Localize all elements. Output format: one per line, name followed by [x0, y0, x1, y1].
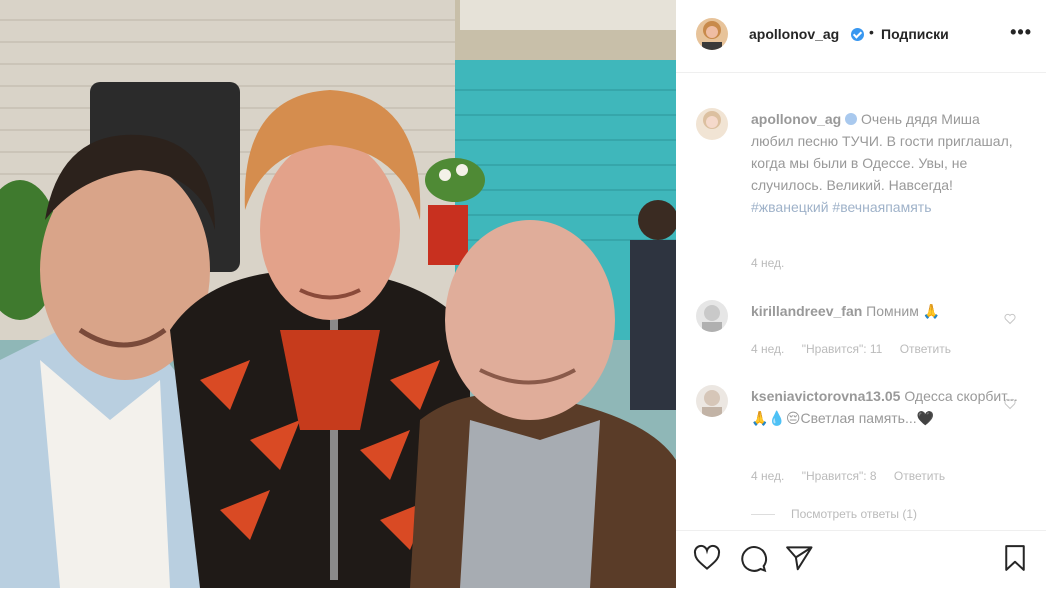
verified-badge-icon: [851, 28, 864, 41]
view-replies-button[interactable]: Посмотреть ответы (1): [751, 507, 917, 521]
hashtag-link[interactable]: #жванецкий: [751, 199, 829, 215]
comment-text: Помним 🙏: [866, 303, 941, 319]
caption-verified-icon: [845, 113, 858, 125]
comment-body: kseniavictorovna13.05 Одесса скорбит...🙏…: [751, 385, 1021, 429]
post-header: apollonov_ag • Подписки •••: [676, 0, 1046, 73]
photo-illustration: [0, 0, 676, 588]
comment-icon[interactable]: [738, 543, 768, 573]
comment-avatar-image: [696, 300, 728, 332]
comment-like-heart-icon[interactable]: [1004, 398, 1016, 410]
reply-button[interactable]: Ответить: [894, 469, 945, 483]
comment-avatar-image: [696, 385, 728, 417]
comment-meta: 4 нед. "Нравится": 11 Ответить: [751, 342, 965, 356]
caption-time: 4 нед.: [751, 256, 785, 270]
author-avatar[interactable]: [696, 18, 728, 50]
separator-dot: •: [869, 24, 874, 40]
more-options-icon[interactable]: •••: [1010, 22, 1032, 43]
author-username[interactable]: apollonov_ag: [749, 26, 839, 42]
comment-username[interactable]: kirillandreev_fan: [751, 303, 862, 319]
comment-time: 4 нед.: [751, 342, 785, 356]
caption-avatar-image: [696, 108, 728, 140]
caption-username[interactable]: apollonov_ag: [751, 111, 841, 127]
comment-avatar[interactable]: [696, 385, 728, 417]
post-actions: [676, 530, 1046, 589]
comment-body: kirillandreev_fan Помним 🙏: [751, 300, 1021, 322]
heart-icon[interactable]: [692, 543, 722, 573]
comment-time: 4 нед.: [751, 469, 785, 483]
author-avatar-image: [696, 18, 728, 50]
caption-body: apollonov_ag Очень дядя Миша любил песню…: [751, 108, 1021, 218]
comment-avatar[interactable]: [696, 300, 728, 332]
comment-likes[interactable]: "Нравится": 8: [802, 469, 877, 483]
comment-meta: 4 нед. "Нравится": 8 Ответить: [751, 469, 959, 483]
post-side-panel: apollonov_ag • Подписки ••• apollonov_ag…: [676, 0, 1046, 588]
hashtag-link[interactable]: #вечнаяпамять: [832, 199, 931, 215]
bookmark-icon[interactable]: [1000, 543, 1030, 573]
share-icon[interactable]: [784, 543, 814, 573]
caption-avatar[interactable]: [696, 108, 728, 140]
comment-likes[interactable]: "Нравится": 11: [802, 342, 883, 356]
comment-like-heart-icon[interactable]: [1004, 313, 1016, 325]
comments-list: apollonov_ag Очень дядя Миша любил песню…: [676, 73, 1046, 541]
comment-username[interactable]: kseniavictorovna13.05: [751, 388, 900, 404]
caption-meta: 4 нед.: [751, 256, 798, 270]
post-photo[interactable]: [0, 0, 676, 588]
following-button[interactable]: Подписки: [881, 26, 949, 42]
reply-button[interactable]: Ответить: [900, 342, 951, 356]
